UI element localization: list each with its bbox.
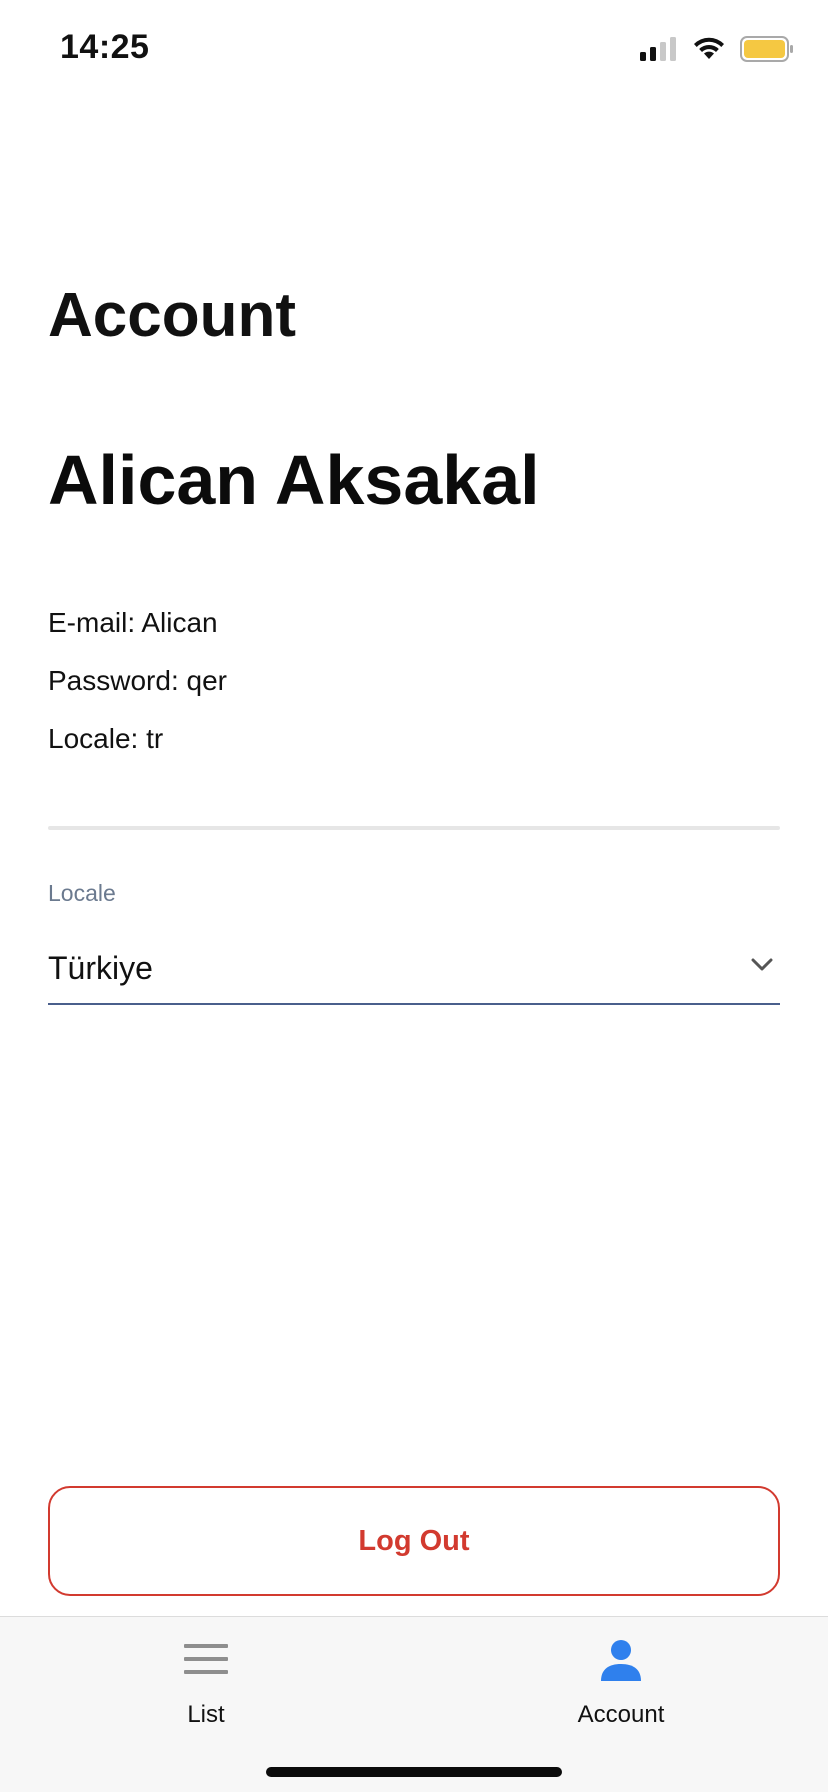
tab-list-label: List	[187, 1701, 225, 1728]
password-info: Password: qer	[48, 665, 227, 696]
battery-icon	[740, 36, 793, 62]
list-icon	[184, 1644, 228, 1674]
page-title: Account	[48, 281, 296, 350]
wifi-icon	[694, 37, 724, 59]
logout-label: Log Out	[358, 1524, 470, 1557]
tab-list[interactable]: List	[106, 1617, 306, 1747]
status-bar: 14:25	[0, 0, 828, 100]
tab-account-label: Account	[577, 1701, 665, 1728]
status-icons	[638, 36, 794, 62]
tab-bar: List Account	[0, 1616, 828, 1792]
chevron-down-icon	[751, 958, 773, 971]
status-time: 14:25	[60, 28, 150, 66]
divider	[48, 826, 780, 830]
logout-button[interactable]: Log Out	[48, 1486, 780, 1596]
locale-field-label: Locale	[48, 880, 116, 906]
locale-info: Locale: tr	[48, 723, 164, 754]
person-icon	[601, 1640, 641, 1681]
signal-icon	[640, 37, 676, 61]
email-info: E-mail: Alican	[48, 607, 218, 638]
user-name: Alican Aksakal	[48, 441, 540, 519]
home-indicator	[266, 1767, 562, 1777]
locale-select-value: Türkiye	[48, 950, 153, 986]
locale-select[interactable]: Türkiye	[48, 935, 780, 1005]
tab-account[interactable]: Account	[521, 1617, 721, 1747]
